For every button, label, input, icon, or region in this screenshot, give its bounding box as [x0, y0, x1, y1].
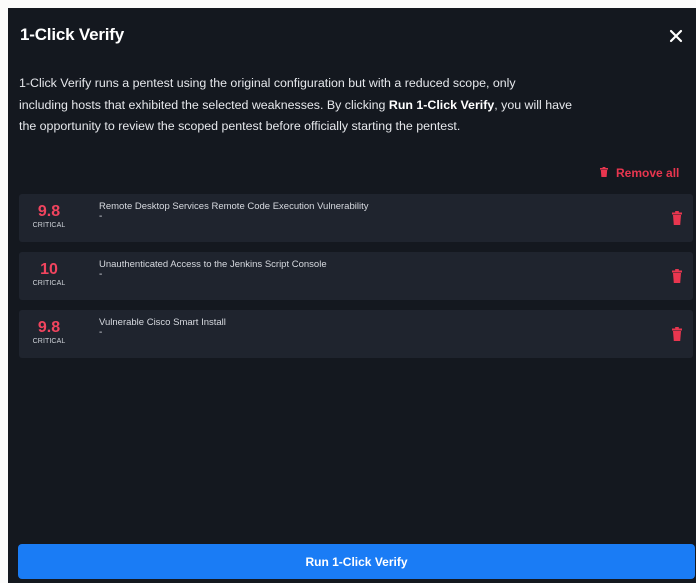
score-box: 10 CRITICAL: [27, 261, 71, 289]
modal-title: 1-Click Verify: [20, 25, 124, 44]
score-box: 9.8 CRITICAL: [27, 203, 71, 231]
modal-description: 1-Click Verify runs a pentest using the …: [19, 73, 696, 138]
delete-icon[interactable]: [672, 211, 682, 230]
weakness-row[interactable]: 9.8 CRITICAL Remote Desktop Services Rem…: [19, 194, 693, 242]
severity-label: CRITICAL: [32, 280, 66, 287]
severity-label: CRITICAL: [32, 222, 66, 229]
description-line-1: 1-Click Verify runs a pentest using the …: [19, 76, 516, 90]
delete-icon[interactable]: [672, 327, 682, 346]
run-one-click-verify-button[interactable]: Run 1-Click Verify: [18, 544, 695, 579]
weakness-detail: -: [99, 211, 103, 222]
description-line-2a: including hosts that exhibited the selec…: [19, 97, 389, 112]
delete-icon[interactable]: [672, 269, 682, 288]
score-value: 10: [40, 261, 58, 278]
weakness-detail: -: [99, 327, 103, 338]
remove-all-label: Remove all: [616, 166, 680, 180]
description-line-2b: , you will have: [494, 97, 573, 112]
score-value: 9.8: [37, 319, 61, 336]
one-click-verify-modal: 1-Click Verify 1-Click Verify runs a pen…: [8, 8, 696, 583]
weakness-detail: -: [99, 269, 103, 280]
trash-icon: [600, 166, 608, 180]
score-box: 9.8 CRITICAL: [27, 319, 71, 347]
weakness-name: Unauthenticated Access to the Jenkins Sc…: [99, 259, 327, 270]
weakness-row[interactable]: 10 CRITICAL Unauthenticated Access to th…: [19, 252, 693, 300]
description-bold-run-label: Run 1-Click Verify: [388, 97, 495, 112]
description-line-3: the opportunity to review the scoped pen…: [19, 119, 461, 133]
weakness-name: Remote Desktop Services Remote Code Exec…: [99, 201, 369, 212]
remove-all-button[interactable]: Remove all: [600, 166, 679, 180]
close-icon[interactable]: [668, 28, 684, 44]
weakness-row[interactable]: 9.8 CRITICAL Vulnerable Cisco Smart Inst…: [19, 310, 693, 358]
weakness-name: Vulnerable Cisco Smart Install: [99, 317, 226, 328]
severity-label: CRITICAL: [32, 338, 66, 345]
score-value: 9.8: [37, 203, 61, 220]
